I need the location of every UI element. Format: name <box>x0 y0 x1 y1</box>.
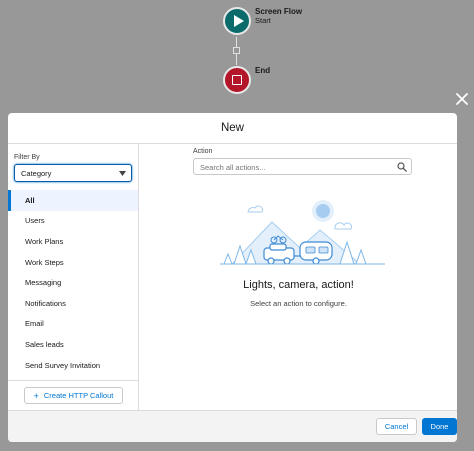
category-item-email[interactable]: Email <box>8 314 138 335</box>
new-action-modal: New Filter By Category All Users Work Pl… <box>8 113 457 442</box>
action-search-input[interactable] <box>200 161 390 173</box>
start-node[interactable] <box>223 7 251 35</box>
category-item-sales-leads[interactable]: Sales leads <box>8 334 138 355</box>
action-label: Action <box>193 148 213 155</box>
category-item-send-survey-invitation[interactable]: Send Survey Invitation <box>8 355 138 376</box>
category-sidebar: Filter By Category All Users Work Plans … <box>8 144 139 410</box>
category-item-label: Sales leads <box>25 339 64 349</box>
sidebar-footer: + Create HTTP Callout <box>8 380 138 410</box>
empty-state-title: Lights, camera, action! <box>243 279 354 291</box>
modal-footer: Cancel Done <box>8 410 457 442</box>
category-item-label: Email <box>25 319 44 329</box>
action-panel: Action Search all actions... Lights, cam… <box>140 144 457 410</box>
chevron-down-icon <box>119 171 126 176</box>
empty-state-subtitle: Select an action to configure. <box>250 299 347 308</box>
modal-body: Filter By Category All Users Work Plans … <box>8 144 457 410</box>
category-item-label: All <box>25 195 35 205</box>
category-item-label: Users <box>25 216 45 226</box>
end-node[interactable] <box>223 66 251 94</box>
category-item-work-steps[interactable]: Work Steps <box>8 252 138 273</box>
filter-select[interactable]: Category <box>14 164 132 182</box>
stop-icon <box>232 75 242 85</box>
category-item-notifications[interactable]: Notifications <box>8 293 138 314</box>
empty-state-illustration <box>220 200 385 265</box>
done-button[interactable]: Done <box>422 418 457 435</box>
start-node-title: Screen Flow <box>255 7 303 16</box>
category-item-label: Messaging <box>25 278 62 288</box>
category-item-users[interactable]: Users <box>8 211 138 232</box>
end-node-label: End <box>255 66 271 75</box>
category-item-label: Send Survey Invitation <box>25 360 101 370</box>
start-node-subtitle: Start <box>255 16 271 25</box>
search-icon <box>397 162 407 172</box>
category-item-label: Notifications <box>25 298 66 308</box>
filter-label: Filter By <box>14 154 40 161</box>
play-icon <box>234 15 244 27</box>
cancel-button[interactable]: Cancel <box>376 418 417 435</box>
create-http-callout-button[interactable]: + Create HTTP Callout <box>24 387 123 404</box>
close-icon[interactable] <box>455 92 469 106</box>
create-http-callout-label: Create HTTP Callout <box>43 391 114 400</box>
category-item-work-plans[interactable]: Work Plans <box>8 231 138 252</box>
modal-title: New <box>220 122 244 134</box>
category-item-messaging[interactable]: Messaging <box>8 272 138 293</box>
add-element-handle[interactable] <box>233 47 240 54</box>
category-list: All Users Work Plans Work Steps Messagin… <box>8 190 138 375</box>
modal-header: New <box>8 113 457 144</box>
category-item-all[interactable]: All <box>8 190 138 211</box>
action-search-box[interactable] <box>193 158 412 175</box>
plus-icon: + <box>33 390 39 401</box>
category-item-label: Work Plans <box>25 236 64 246</box>
flow-canvas: Screen Flow Start End <box>0 0 474 115</box>
filter-selected-value: Category <box>21 169 52 178</box>
category-item-label: Work Steps <box>25 257 64 267</box>
